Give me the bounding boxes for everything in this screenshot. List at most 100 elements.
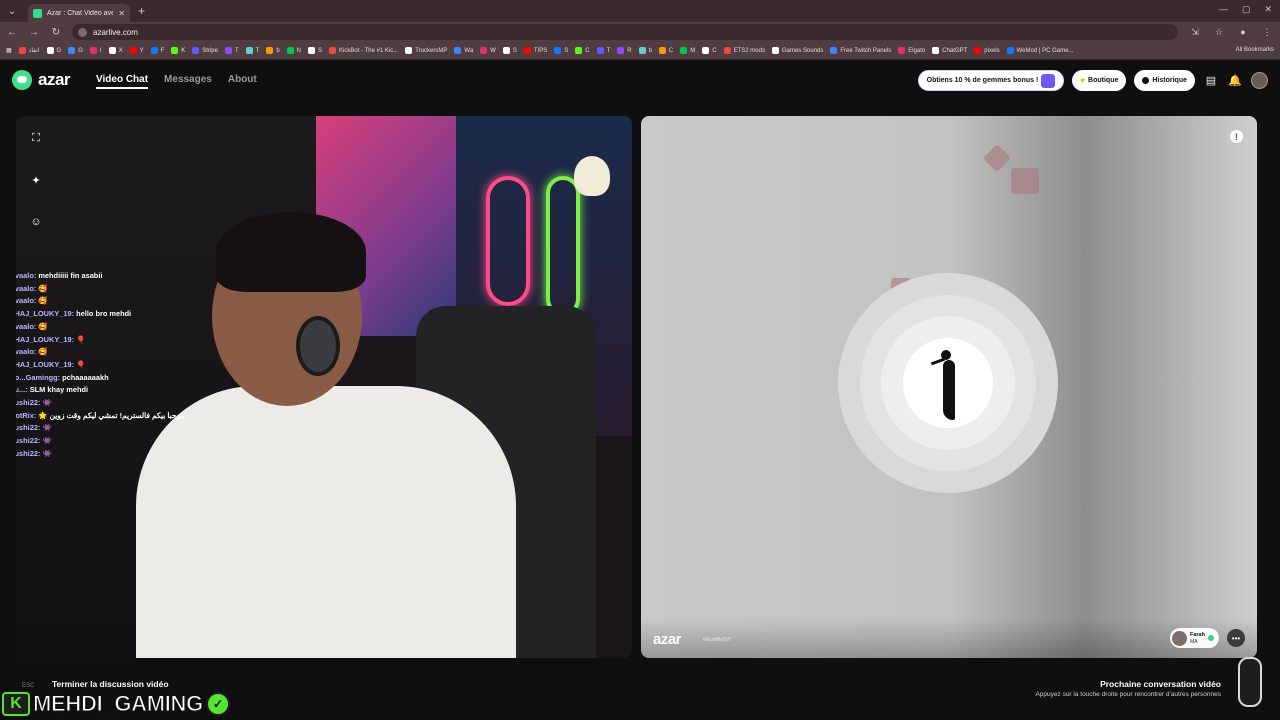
chat-username: Evaalo: (16, 296, 37, 306)
bookmark-favicon-icon (932, 47, 940, 54)
site-info-icon[interactable] (78, 27, 87, 37)
bookmark-item[interactable]: TIPS (523, 47, 547, 54)
bookmark-item[interactable]: Wa (454, 47, 473, 54)
bookmark-item[interactable]: R (617, 47, 632, 54)
bookmark-label: ChatGPT (942, 47, 968, 54)
shop-button[interactable]: ♥ Boutique (1072, 70, 1127, 91)
bell-icon[interactable]: 🔔 (1227, 73, 1243, 89)
browser-menu-icon[interactable]: ⋮ (1260, 27, 1274, 38)
streamer-hair (216, 212, 366, 292)
bookmark-item[interactable]: WeMod | PC Game... (1006, 47, 1073, 54)
bookmark-item[interactable]: KickBot - The #1 Kic... (329, 47, 398, 54)
bookmark-favicon-icon (405, 47, 413, 54)
nav-about[interactable]: About (228, 74, 257, 89)
bookmark-label: G (78, 47, 83, 54)
bookmark-item[interactable]: S (554, 47, 568, 54)
next-chat-hint: Appuyez sur la touche droite pour rencon… (1035, 691, 1221, 698)
bookmark-favicon-icon (658, 47, 666, 54)
bookmark-item[interactable]: Stripe (192, 47, 218, 54)
next-video-chat-button[interactable]: Prochaine conversation vidéo (1100, 679, 1221, 689)
bookmark-favicon-icon (192, 47, 200, 54)
forward-icon[interactable]: → (28, 27, 40, 38)
fullscreen-icon[interactable]: ⛶ (28, 130, 44, 146)
partner-video-panel: ! azar #AzarMyDIY Farah MA ••• (641, 116, 1257, 658)
bookmark-item[interactable]: b (638, 47, 652, 54)
back-icon[interactable]: ← (6, 27, 18, 38)
chat-bubble-icon[interactable]: ••• (1227, 629, 1245, 647)
azar-favicon-icon (33, 8, 42, 18)
new-tab-icon[interactable]: + (138, 4, 145, 18)
bookmark-item[interactable]: M (680, 47, 695, 54)
bookmark-item[interactable]: انقاذ (18, 47, 40, 54)
chat-username: hushi22: (16, 436, 41, 446)
bookmark-item[interactable]: C (702, 47, 717, 54)
bookmark-item[interactable]: TruckersMP (405, 47, 447, 54)
azar-logo[interactable]: azar (12, 70, 71, 90)
bookmark-item[interactable]: K (171, 47, 185, 54)
bookmark-item[interactable]: I (89, 47, 102, 54)
bookmark-favicon-icon (245, 47, 253, 54)
streamer-name-overlay: K MEHDI_GAMING ✓ (2, 691, 230, 717)
nav-video-chat[interactable]: Video Chat (96, 74, 149, 89)
bookmark-item[interactable]: ChatGPT (932, 47, 967, 54)
bookmark-favicon-icon (286, 47, 294, 54)
bookmark-item[interactable]: S (502, 47, 517, 54)
bookmark-item[interactable]: Free Twitch Panels (830, 47, 891, 54)
apps-grid-icon[interactable]: ▦ (6, 47, 12, 54)
bookmark-label: Elgato (908, 47, 926, 54)
chat-message: hushi22: 👾 (16, 448, 184, 461)
bookmark-item[interactable]: G (46, 47, 61, 54)
bookmark-item[interactable]: X (108, 47, 123, 54)
bookmark-item[interactable]: pixels (974, 47, 1000, 54)
bookmark-favicon-icon (129, 47, 137, 54)
history-label: Historique (1152, 77, 1187, 84)
history-button[interactable]: Historique (1134, 70, 1195, 91)
bookmark-item[interactable]: C (575, 47, 590, 54)
report-icon[interactable]: ! (1230, 130, 1243, 143)
browser-tab-azar[interactable]: Azar : Chat Vidéo avec de ✕ (28, 4, 130, 22)
bookmark-item[interactable]: S (308, 47, 322, 54)
inbox-icon[interactable]: ▤ (1203, 73, 1219, 89)
bookmark-favicon-icon (771, 47, 779, 54)
bookmark-item[interactable]: T (596, 47, 610, 54)
bookmark-item[interactable]: C (658, 47, 673, 54)
address-bar[interactable]: azarlive.com (72, 24, 1178, 40)
bookmark-item[interactable]: G (68, 47, 83, 54)
bookmark-item[interactable]: Games Sounds (771, 47, 823, 54)
matching-animation (903, 338, 993, 428)
bookmark-favicon-icon (266, 47, 274, 54)
bookmark-item[interactable]: F (150, 47, 164, 54)
bookmark-label: I (99, 47, 102, 54)
chat-username: hushi22: (16, 423, 41, 433)
close-window-icon[interactable]: ✕ (1264, 4, 1272, 15)
bookmark-star-icon[interactable]: ☆ (1212, 27, 1226, 38)
bookmark-item[interactable]: N (286, 47, 301, 54)
end-video-chat-button[interactable]: Terminer la discussion vidéo (52, 679, 169, 689)
bookmark-label: T (234, 47, 239, 54)
bookmark-item[interactable]: W (480, 47, 496, 54)
bookmark-item[interactable]: Elgato (898, 47, 925, 54)
bookmark-item[interactable]: b (266, 47, 280, 54)
gems-promo-button[interactable]: Obtiens 10 % de gemmes bonus ! (917, 70, 1065, 91)
profile-icon[interactable]: ● (1236, 27, 1250, 37)
bookmark-item[interactable]: T (245, 47, 259, 54)
install-app-icon[interactable]: ⇲ (1188, 27, 1202, 38)
chat-message: Evaalo: mehdiiiii fin asabii (16, 270, 184, 283)
reload-icon[interactable]: ↻ (50, 27, 62, 38)
tab-search-icon[interactable]: ⌄ (4, 4, 20, 18)
chat-message: hushi22: 👾 (16, 435, 184, 448)
partner-profile-chip[interactable]: Farah MA (1170, 628, 1219, 648)
nav-messages[interactable]: Messages (164, 74, 212, 89)
maximize-icon[interactable]: ▢ (1242, 4, 1251, 15)
all-bookmarks-button[interactable]: All Bookmarks (1231, 47, 1274, 53)
user-avatar[interactable] (1251, 72, 1268, 89)
chat-message: Evaalo: 🥰 (16, 295, 184, 308)
bookmark-item[interactable]: T (224, 47, 239, 54)
close-tab-icon[interactable]: ✕ (118, 9, 125, 18)
face-filter-icon[interactable]: ☺ (28, 214, 44, 230)
bookmark-item[interactable]: ETS2 mods (723, 47, 765, 54)
minimize-icon[interactable]: — (1219, 4, 1228, 15)
bookmark-item[interactable]: Y (129, 47, 144, 54)
magic-wand-icon[interactable]: ✦ (28, 172, 44, 188)
bookmark-favicon-icon (68, 47, 76, 54)
